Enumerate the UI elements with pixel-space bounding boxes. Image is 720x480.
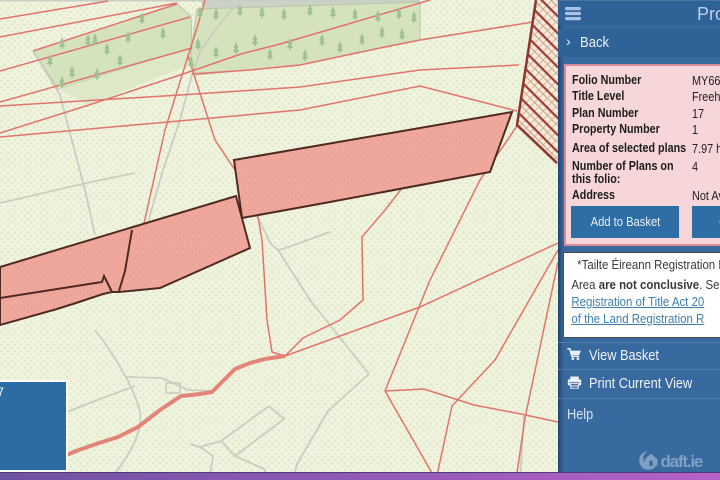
svg-text:daft.ie: daft.ie: [661, 452, 703, 471]
svg-text:7: 7: [0, 387, 4, 399]
